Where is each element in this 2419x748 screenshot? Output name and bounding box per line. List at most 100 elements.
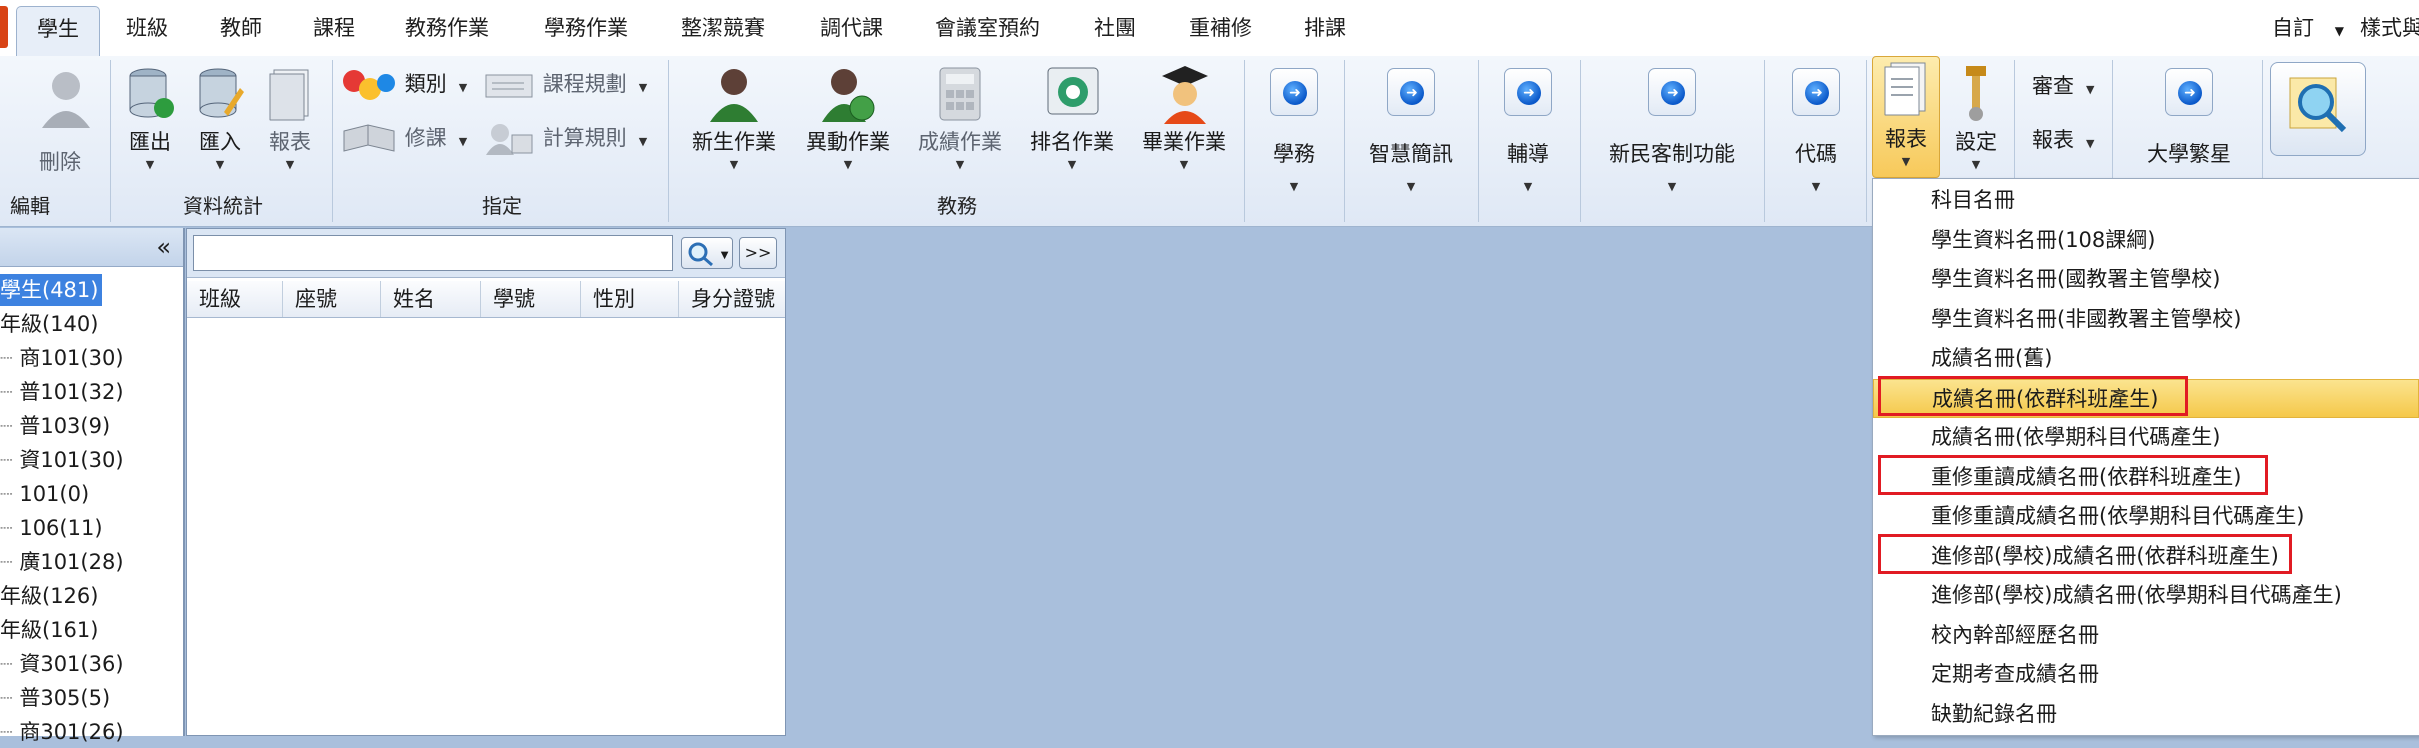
- counseling-button[interactable]: ➜ 輔導 ▼: [1486, 62, 1570, 222]
- tab-club[interactable]: 社團: [1094, 10, 1136, 46]
- app-menu-button[interactable]: [0, 6, 8, 48]
- collapse-panel-icon[interactable]: «: [156, 230, 171, 264]
- search-input[interactable]: [193, 235, 673, 271]
- tree-item[interactable]: ┈ 普103(9): [0, 410, 110, 442]
- tab-student[interactable]: 學生: [16, 6, 100, 56]
- stats-report-button[interactable]: 報表 ▼: [258, 62, 322, 187]
- dropdown-menu-item[interactable]: 學生資料名冊(國教署主管學校): [1873, 260, 2419, 299]
- dropdown-menu-item[interactable]: 成績名冊(依群科班產生): [1873, 378, 2419, 418]
- chevron-down-icon: ▼: [1811, 180, 1821, 193]
- style-menu[interactable]: 樣式與: [2360, 10, 2419, 46]
- repair-course-label: 修課: [404, 126, 447, 150]
- dropdown-menu-item[interactable]: 重修重讀成績名冊(依學期科目代碼產生): [1873, 497, 2419, 536]
- tree-item[interactable]: ┈ 普305(5): [0, 682, 110, 714]
- import-button[interactable]: 匯入 ▼: [188, 62, 252, 187]
- export-button[interactable]: 匯出 ▼: [118, 62, 182, 187]
- tab-cleanliness-contest[interactable]: 整潔競賽: [681, 10, 765, 46]
- column-class[interactable]: 班級: [187, 281, 283, 317]
- column-national-id[interactable]: 身分證號: [679, 281, 785, 317]
- tree-item[interactable]: ┈ 101(0): [0, 478, 89, 510]
- tab-course[interactable]: 課程: [313, 10, 355, 46]
- tree-item[interactable]: ┈ 普101(32): [0, 376, 124, 408]
- smart-info-button[interactable]: ➜ 智慧簡訊 ▼: [1352, 62, 1470, 222]
- column-gender[interactable]: 性別: [581, 281, 679, 317]
- expand-circle-icon: ➜: [2178, 81, 2202, 105]
- tab-meeting-room[interactable]: 會議室預約: [935, 10, 1040, 46]
- new-student-icon: [710, 69, 758, 122]
- chevron-down-icon: ▼: [720, 250, 729, 261]
- tab-academic-work[interactable]: 教務作業: [405, 10, 489, 46]
- tree-root-students[interactable]: 學生(481): [0, 274, 103, 306]
- customize-menu[interactable]: 自訂 ▼: [2272, 10, 2344, 46]
- smart-info-dropdown[interactable]: ➜: [1387, 68, 1435, 116]
- tree-item[interactable]: 年級(126): [0, 580, 98, 612]
- report2-button[interactable]: 報表 ▼: [2032, 120, 2094, 160]
- calculator-icon: [939, 67, 981, 121]
- tree-item[interactable]: ┈ 廣101(28): [0, 546, 124, 578]
- calc-rule-button[interactable]: 計算規則 ▼: [484, 118, 647, 158]
- review-button[interactable]: 審查 ▼: [2032, 66, 2094, 106]
- tab-class[interactable]: 班級: [126, 10, 168, 46]
- grade-work-button[interactable]: 成績作業 ▼: [908, 62, 1012, 187]
- dropdown-menu-item[interactable]: 科目名冊: [1873, 181, 2419, 220]
- repair-course-button[interactable]: 修課 ▼: [340, 118, 467, 158]
- new-student-label: 新生作業: [692, 130, 776, 154]
- settings-button[interactable]: 設定 ▼: [1944, 62, 2008, 187]
- tree-item-label: 廣101(28): [19, 550, 124, 574]
- transfer-button[interactable]: 異動作業 ▼: [796, 62, 900, 187]
- course-plan-button[interactable]: 課程規劃 ▼: [484, 64, 647, 104]
- tree-item[interactable]: 年級(140): [0, 308, 98, 340]
- column-name[interactable]: 姓名: [381, 281, 481, 317]
- graduation-button[interactable]: 畢業作業 ▼: [1132, 62, 1236, 187]
- next-page-button[interactable]: >>: [739, 237, 777, 269]
- student-affairs-dropdown[interactable]: ➜: [1270, 68, 1318, 116]
- student-affairs-button[interactable]: ➜ 學務 ▼: [1250, 62, 1338, 222]
- counseling-dropdown[interactable]: ➜: [1504, 68, 1552, 116]
- delete-button[interactable]: 刪除: [10, 62, 110, 187]
- edit-group-label: 編輯: [10, 194, 50, 218]
- database-export-icon: [129, 68, 174, 118]
- column-seat-number[interactable]: 座號: [283, 281, 381, 317]
- tab-student-affairs[interactable]: 學務作業: [544, 10, 628, 46]
- category-label: 類別: [404, 72, 447, 96]
- code-dropdown[interactable]: ➜: [1792, 68, 1840, 116]
- expand-circle-icon: ➜: [1400, 81, 1424, 105]
- tree-item[interactable]: ┈ 資101(30): [0, 444, 124, 476]
- dropdown-menu-item[interactable]: 成績名冊(依學期科目代碼產生): [1873, 418, 2419, 457]
- new-system-dropdown[interactable]: ➜: [1648, 68, 1696, 116]
- tree-item[interactable]: ┈ 商101(30): [0, 342, 124, 374]
- code-button[interactable]: ➜ 代碼 ▼: [1772, 62, 1860, 222]
- tab-teacher[interactable]: 教師: [220, 10, 262, 46]
- tree-item[interactable]: ┈ 資301(36): [0, 648, 124, 680]
- academic-group-label: 教務: [937, 194, 977, 218]
- tree-item[interactable]: ┈ 106(11): [0, 512, 103, 544]
- dropdown-menu-item[interactable]: 學生資料名冊(非國教署主管學校): [1873, 300, 2419, 339]
- search-icon: [688, 242, 713, 266]
- dropdown-menu-item[interactable]: 缺勤紀錄名冊: [1873, 695, 2419, 734]
- tab-scheduling[interactable]: 排課: [1304, 10, 1346, 46]
- dropdown-menu-item[interactable]: 學生資料名冊(108課綱): [1873, 221, 2419, 260]
- dropdown-menu-item[interactable]: 校內幹部經歷名冊: [1873, 616, 2419, 655]
- chevron-down-icon: ▼: [638, 135, 648, 148]
- column-student-id[interactable]: 學號: [481, 281, 581, 317]
- tree-item[interactable]: 年級(161): [0, 614, 98, 646]
- dropdown-menu-item[interactable]: 進修部(學校)成績名冊(依學期科目代碼產生): [1873, 576, 2419, 615]
- tab-substitute-class[interactable]: 調代課: [820, 10, 883, 46]
- dropdown-menu-item[interactable]: 進修部(學校)成績名冊(依群科班產生): [1873, 537, 2419, 576]
- expand-circle-icon: ➜: [1283, 81, 1307, 105]
- ranking-button[interactable]: 排名作業 ▼: [1020, 62, 1124, 187]
- tree-item-label: 商101(30): [19, 346, 124, 370]
- tree-item[interactable]: ┈ 商301(26): [0, 716, 124, 748]
- new-system-button[interactable]: ➜ 新民客制功能 ▼: [1588, 62, 1756, 222]
- category-button[interactable]: 類別 ▼: [340, 64, 467, 104]
- dropdown-menu-item[interactable]: 定期考查成績名冊: [1873, 655, 2419, 694]
- new-student-button[interactable]: 新生作業 ▼: [682, 62, 786, 187]
- dropdown-menu-item[interactable]: 成績名冊(舊): [1873, 339, 2419, 378]
- dropdown-menu-item[interactable]: 重修重讀成績名冊(依群科班產生): [1873, 458, 2419, 497]
- tab-makeup-course[interactable]: 重補修: [1189, 10, 1252, 46]
- group-divider: [668, 60, 669, 222]
- university-star-dropdown[interactable]: ➜: [2165, 68, 2213, 116]
- search-button[interactable]: ▼: [681, 237, 733, 269]
- report-button[interactable]: 報表 ▼: [1872, 56, 1940, 178]
- calc-rule-label: 計算規則: [542, 126, 627, 150]
